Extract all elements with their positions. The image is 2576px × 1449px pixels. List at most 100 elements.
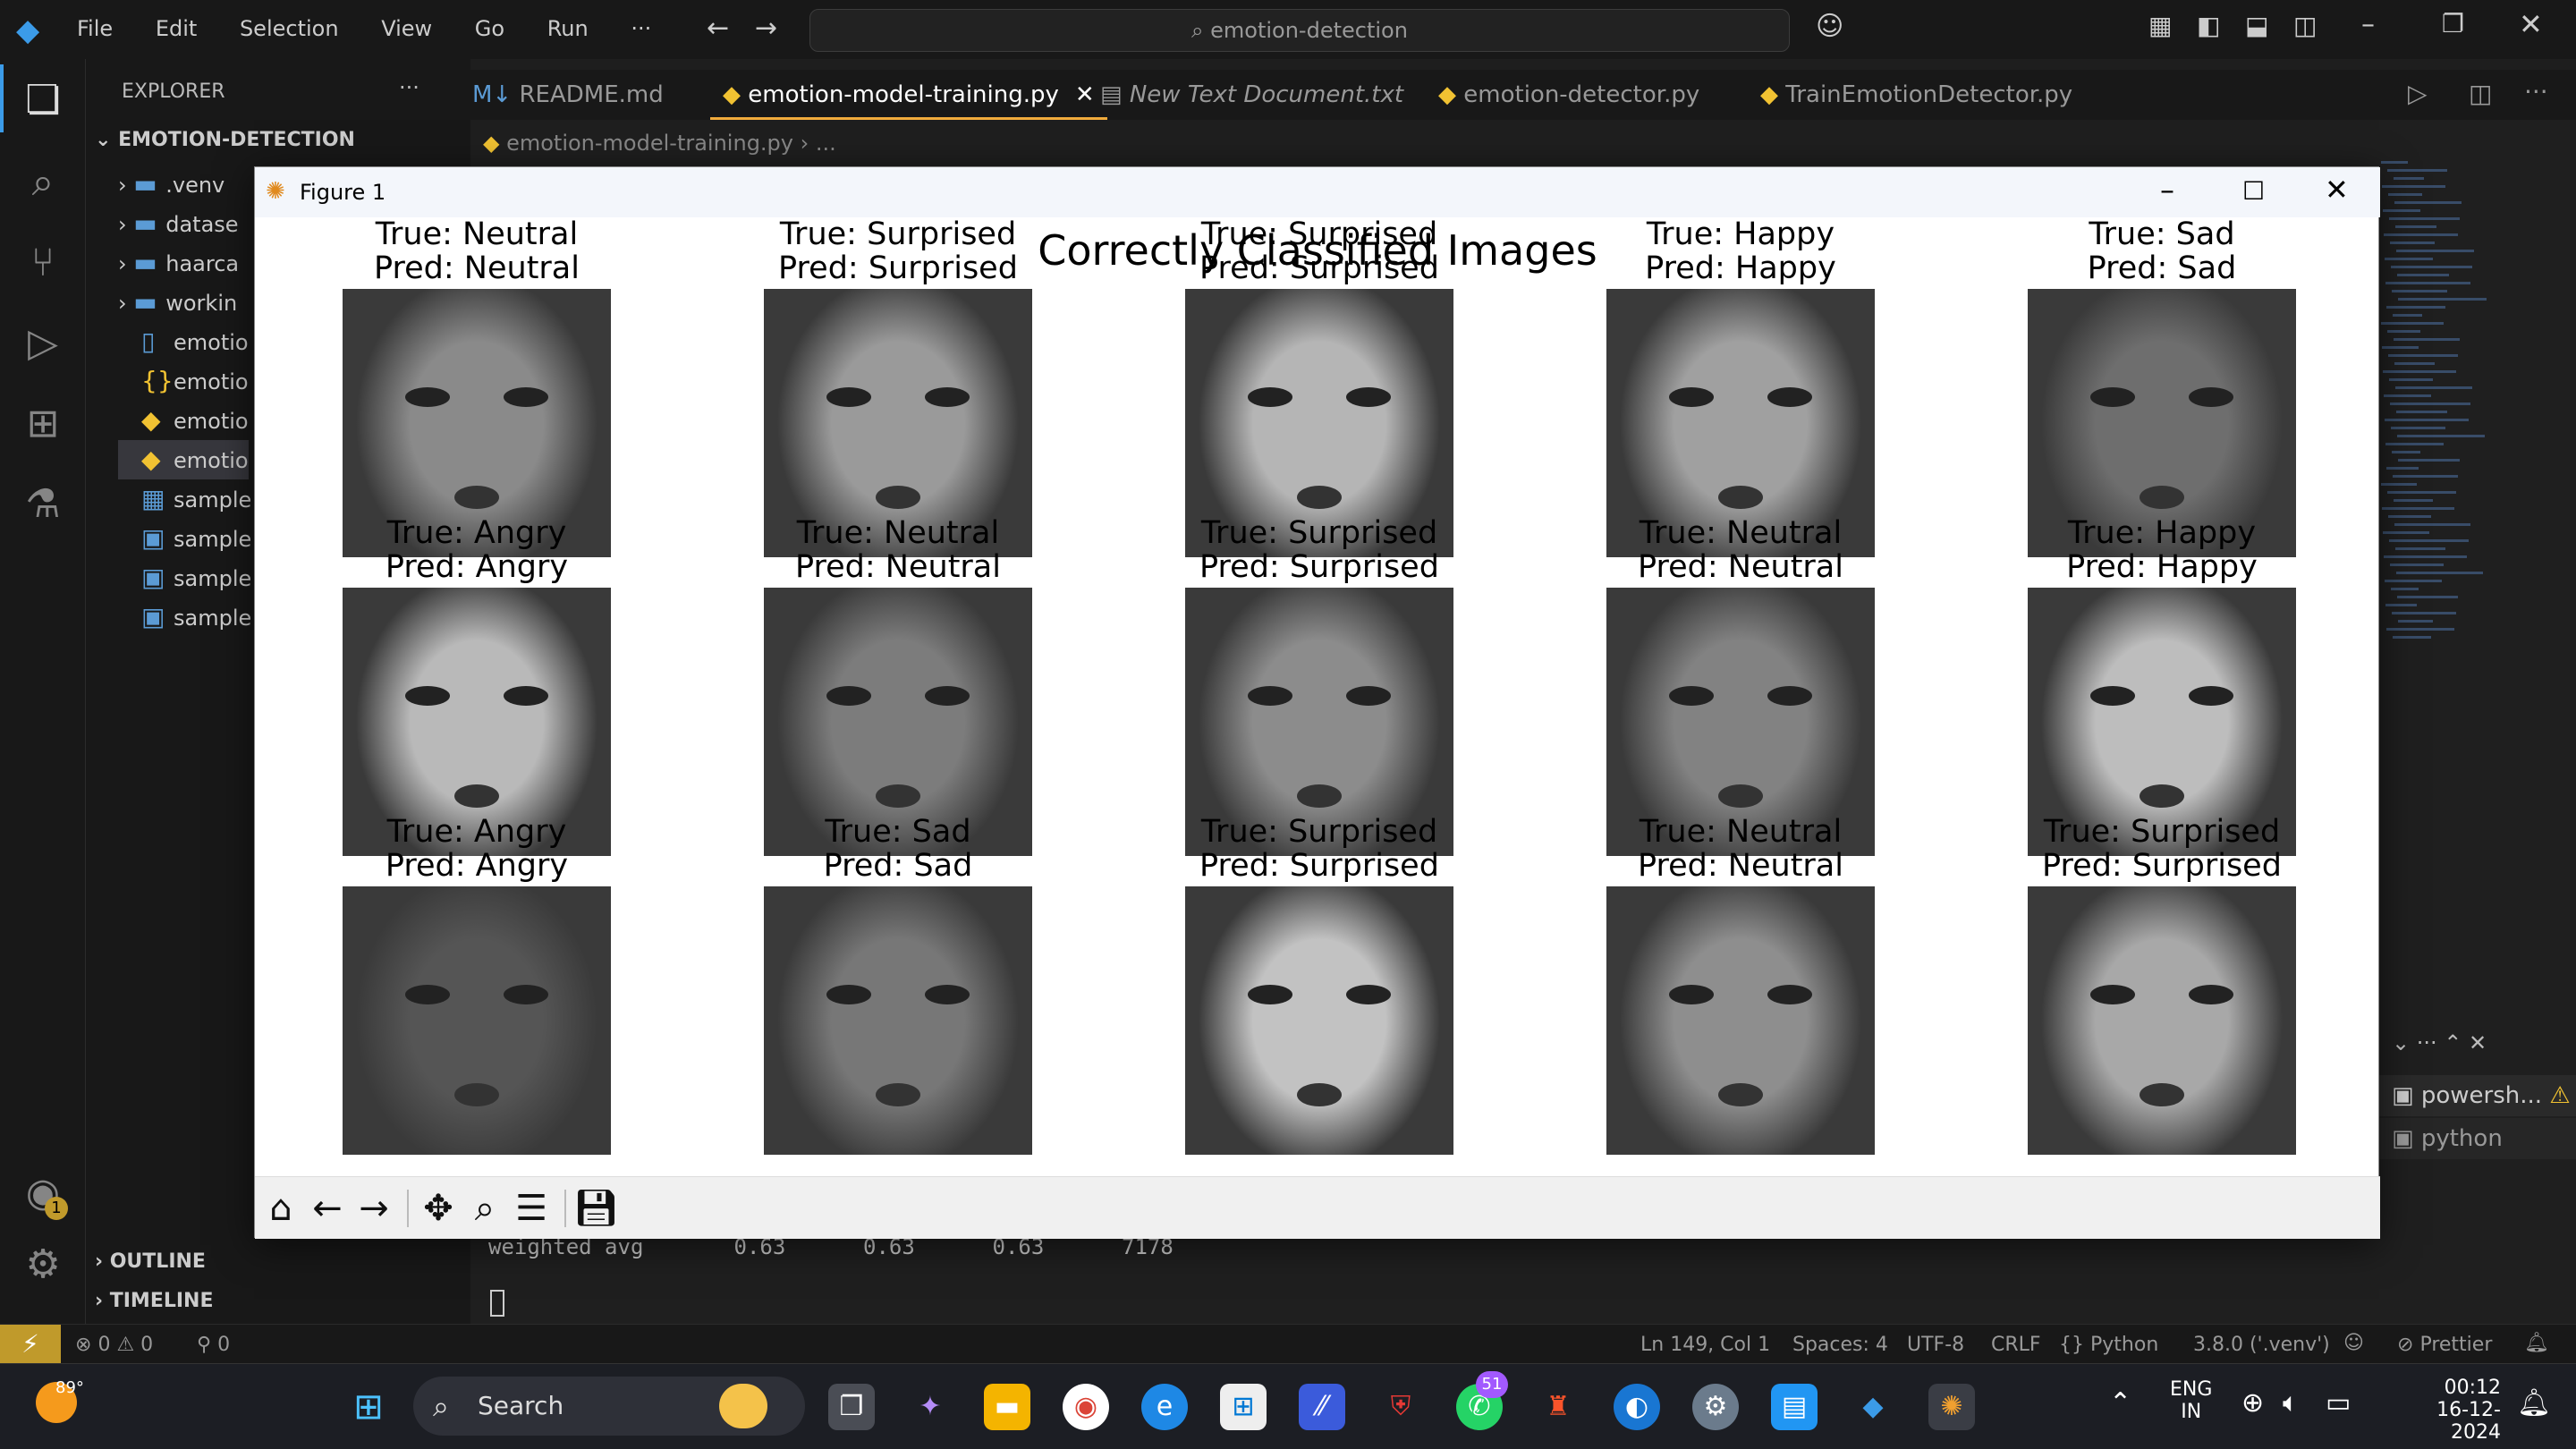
explorer-more-icon[interactable]: ··· <box>399 75 419 100</box>
tree-item[interactable]: ▣ sample <box>118 558 251 597</box>
chrome-icon[interactable]: ◉ <box>1063 1384 1109 1430</box>
configure-subplots-icon[interactable]: ☰ <box>509 1186 554 1231</box>
vscode-icon[interactable]: ◆ <box>1850 1384 1896 1430</box>
terminal-item-python[interactable]: ▣ python <box>2379 1118 2576 1159</box>
restore-icon[interactable]: ❐ <box>2442 9 2464 38</box>
menu-edit[interactable]: Edit <box>156 16 197 41</box>
tab-emotion-detector[interactable]: ◆ emotion-detector.py <box>1438 70 1699 120</box>
run-debug-icon[interactable]: ▷ <box>18 318 68 369</box>
search-icon[interactable]: ⌕ <box>18 157 68 208</box>
forward-icon[interactable]: → <box>352 1186 396 1231</box>
toggle-sidebar-icon[interactable]: ◧ <box>2197 11 2220 40</box>
minimize-icon[interactable]: – <box>2361 9 2375 40</box>
remote-indicator-icon[interactable]: ⚡ <box>0 1325 61 1364</box>
problems-indicator[interactable]: ⊗ 0 ⚠ 0 <box>75 1334 153 1356</box>
menu-selection[interactable]: Selection <box>240 16 339 41</box>
testing-icon[interactable]: ⚗ <box>18 479 68 530</box>
panel-controls[interactable]: ⌄ ··· ⌃ ✕ <box>2392 1030 2487 1055</box>
show-hidden-icons-icon[interactable]: ⌃ <box>2109 1387 2131 1419</box>
menu-run[interactable]: Run <box>547 16 589 41</box>
copilot-app-icon[interactable]: ✦ <box>907 1384 953 1430</box>
clock[interactable]: 00:12 16-12-2024 <box>2394 1377 2501 1444</box>
notification-bell-icon[interactable]: 🔔︎ <box>2517 1387 2551 1419</box>
task-view-icon[interactable]: ❐ <box>828 1384 875 1430</box>
timeline-section[interactable]: › TIMELINE <box>95 1290 214 1312</box>
tree-item[interactable]: {}emotio <box>118 361 249 401</box>
prettier-status[interactable]: ⊘ Prettier <box>2397 1334 2492 1356</box>
network-icon[interactable]: ⊕ <box>2241 1387 2264 1419</box>
figure-minimize-icon[interactable]: – <box>2160 173 2174 207</box>
tree-item[interactable]: ▣ sample <box>118 597 251 637</box>
ports-indicator[interactable]: ⚲ 0 <box>197 1334 230 1356</box>
breadcrumb-file[interactable]: emotion-model-training.py <box>506 131 793 156</box>
editor-more-icon[interactable]: ··· <box>2524 77 2548 106</box>
split-editor-icon[interactable]: ◫ <box>2469 79 2492 108</box>
zoom-icon[interactable]: ⌕ <box>462 1186 507 1231</box>
tab-readme[interactable]: M↓ README.md <box>472 70 664 120</box>
menu-view[interactable]: View <box>381 16 432 41</box>
toggle-secondary-sidebar-icon[interactable]: ◫ <box>2293 11 2317 40</box>
tree-item[interactable]: ◆ emotio <box>118 440 249 479</box>
language-indicator[interactable]: ENG IN <box>2170 1378 2212 1423</box>
back-icon[interactable]: ← <box>305 1186 350 1231</box>
menu-file[interactable]: File <box>77 16 113 41</box>
run-file-icon[interactable]: ▷ <box>2408 79 2428 108</box>
edge-icon[interactable]: e <box>1141 1384 1188 1430</box>
tab-close-icon[interactable]: ✕ <box>1075 81 1095 108</box>
terminal-item-powershell[interactable]: ▣ powersh... ⚠ <box>2379 1075 2576 1116</box>
tree-item[interactable]: ◆ emotio <box>118 401 249 440</box>
pan-icon[interactable]: ✥ <box>416 1186 461 1231</box>
figure-maximize-icon[interactable]: ☐ <box>2242 176 2265 206</box>
windows-start-icon[interactable]: ⊞ <box>345 1384 392 1430</box>
explorer-icon[interactable]: ❏ <box>18 75 68 125</box>
forward-arrow-icon[interactable]: → <box>755 13 777 44</box>
close-icon[interactable]: ✕ <box>2519 7 2543 41</box>
source-control-icon[interactable]: ⑂ <box>18 238 68 288</box>
outline-section[interactable]: › OUTLINE <box>95 1250 206 1273</box>
left-eye <box>826 387 871 407</box>
tree-item[interactable]: › ▬ datase <box>118 204 239 243</box>
app-icon[interactable]: ⁄⁄ <box>1299 1384 1345 1430</box>
tree-item[interactable]: ▯ emotio <box>118 322 249 361</box>
minimap-line <box>2389 539 2469 542</box>
tree-item[interactable]: › ▬ workin <box>118 283 237 322</box>
toggle-panel-icon[interactable]: ⬓ <box>2245 11 2268 40</box>
matplotlib-icon[interactable]: ✺ <box>1928 1384 1975 1430</box>
mouth <box>1718 784 1763 808</box>
figure-close-icon[interactable]: ✕ <box>2325 173 2349 207</box>
pred-label: Pred: Neutral <box>1638 549 1843 585</box>
workspace-root[interactable]: ⌄ EMOTION-DETECTION <box>95 129 355 151</box>
menu-go[interactable]: Go <box>475 16 504 41</box>
figure-window: ✺ Figure 1 – ☐ ✕ True: Neutral Pred: Neut… <box>254 166 2380 1239</box>
tab-train-emotion-detector[interactable]: ◆ TrainEmotionDetector.py <box>1760 70 2072 120</box>
notepad-icon[interactable]: ▤ <box>1771 1384 1818 1430</box>
copilot-icon[interactable]: ☺ <box>1816 11 1843 42</box>
battery-icon[interactable]: ▭ <box>2326 1387 2351 1419</box>
tree-item[interactable]: › ▬ .venv <box>118 165 225 204</box>
tab-new-text-document[interactable]: ▤ New Text Document.txt <box>1100 70 1403 120</box>
notifications-bell-icon[interactable]: 🔔︎ <box>2524 1332 2549 1354</box>
menu-more[interactable]: ··· <box>631 16 651 41</box>
file-explorer-icon[interactable]: ▬ <box>984 1384 1030 1430</box>
right-eye <box>2189 387 2233 407</box>
brave-icon[interactable]: ♜ <box>1535 1384 1581 1430</box>
breadcrumb-rest[interactable]: ... <box>816 131 836 156</box>
home-icon[interactable]: ⌂ <box>258 1186 303 1231</box>
tree-item[interactable]: ▦ sample <box>118 479 251 519</box>
volume-icon[interactable]: 🔈︎ <box>2283 1387 2299 1419</box>
command-center-search[interactable]: ⌕ emotion-detection <box>809 9 1790 52</box>
extensions-icon[interactable]: ⊞ <box>18 399 68 449</box>
save-figure-icon[interactable]: 💾︎ <box>573 1186 619 1231</box>
minimap[interactable] <box>2381 161 2488 698</box>
settings-icon[interactable]: ⚙ <box>1692 1384 1739 1430</box>
shield-app-icon[interactable]: ⛨ <box>1377 1384 1424 1430</box>
tree-item[interactable]: ▣ sample <box>118 519 251 558</box>
store-icon[interactable]: ⊞ <box>1220 1384 1267 1430</box>
settings-gear-icon[interactable]: ⚙ <box>18 1240 68 1290</box>
back-arrow-icon[interactable]: ← <box>707 13 729 44</box>
vpn-icon[interactable]: ◐ <box>1614 1384 1660 1430</box>
layout-customize-icon[interactable]: ▦ <box>2148 11 2172 40</box>
tab-emotion-model-training[interactable]: ◆ emotion-model-training.py ✕ <box>710 70 1107 120</box>
minimap-line <box>2398 298 2487 301</box>
tree-item[interactable]: › ▬ haarca <box>118 243 239 283</box>
